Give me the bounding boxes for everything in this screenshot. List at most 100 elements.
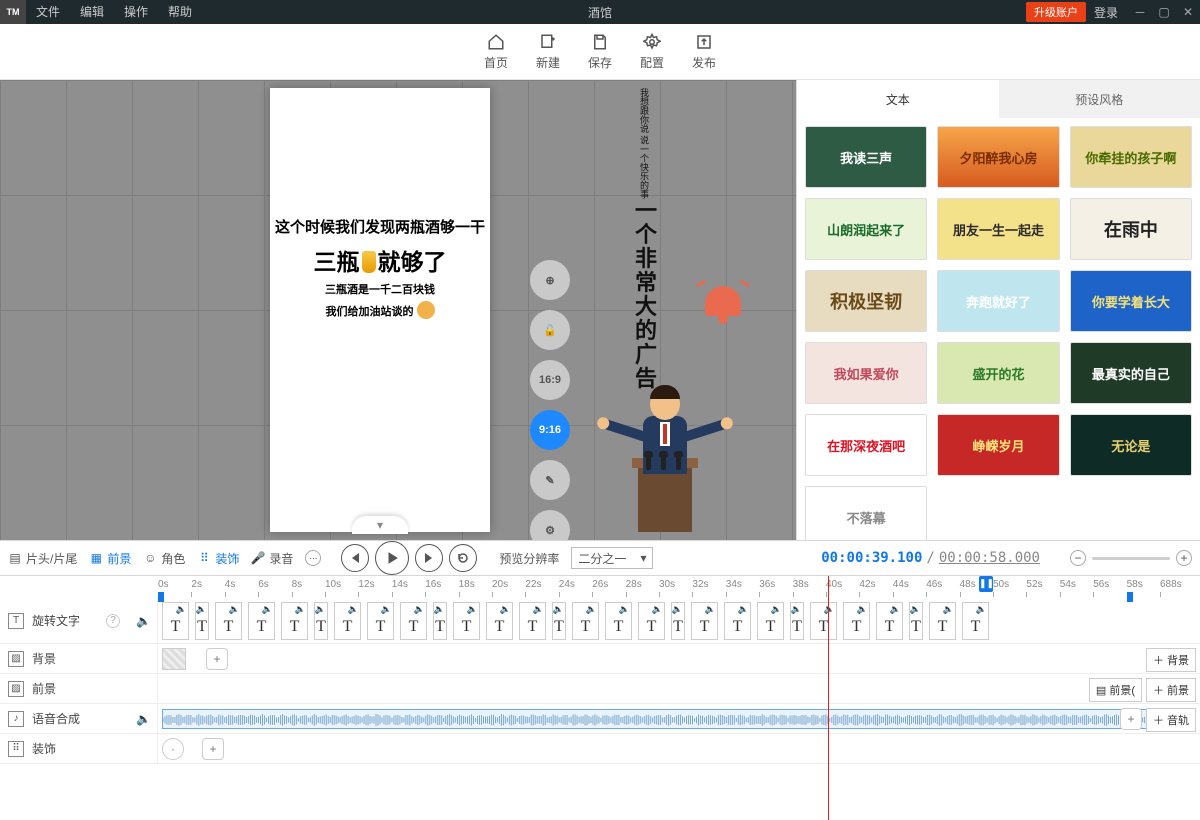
section-record[interactable]: 🎤录音 (251, 550, 293, 567)
track-text-label[interactable]: T 旋转文字 ? 🔈 (0, 598, 158, 643)
canvas-btn-center[interactable]: ⊕ (530, 260, 570, 300)
text-clip[interactable]: T (400, 602, 427, 640)
style-thumb[interactable]: 朋友一生一起走 (937, 198, 1059, 260)
style-thumb[interactable]: 山朗润起来了 (805, 198, 927, 260)
section-foreground[interactable]: ▦前景 (89, 550, 131, 567)
text-clip[interactable]: T (724, 602, 751, 640)
toolbar-publish[interactable]: 发布 (692, 33, 716, 71)
canvas-btn-edit[interactable]: ✎ (530, 460, 570, 500)
bg-clip[interactable] (162, 648, 186, 670)
canvas-viewport[interactable]: 这个时候我们发现两瓶酒够一干 三瓶就够了 三瓶酒是一千二百块钱 我们给加油站谈的… (0, 80, 796, 540)
section-role[interactable]: ☺角色 (143, 550, 185, 567)
toolbar-home[interactable]: 首页 (484, 33, 508, 71)
text-clip[interactable]: T (605, 602, 632, 640)
resolution-select[interactable]: 二分之一▾ (571, 547, 653, 569)
text-clip[interactable]: T (162, 602, 189, 640)
add-bg-button[interactable]: + (206, 648, 228, 670)
close-icon[interactable]: ✕ (1176, 0, 1200, 24)
text-clip[interactable]: T (215, 602, 242, 640)
text-clip[interactable]: T (638, 602, 665, 640)
text-clip[interactable]: T (810, 602, 837, 640)
canvas-text-1[interactable]: 这个时候我们发现两瓶酒够一干 (270, 216, 490, 237)
style-thumb[interactable]: 最真实的自己 (1070, 342, 1192, 404)
text-clip[interactable]: T (876, 602, 903, 640)
style-thumb[interactable]: 奔跑就好了 (937, 270, 1059, 332)
toolbar-save[interactable]: 保存 (588, 33, 612, 71)
add-audio-button[interactable]: + (1120, 708, 1142, 730)
track-voice-label[interactable]: ♪语音合成🔈 (0, 704, 158, 733)
login-button[interactable]: 登录 (1094, 4, 1118, 21)
time-ruler[interactable]: 0s2s4s6s8s10s12s14s16s18s20s22s24s26s28s… (0, 576, 1200, 598)
text-clip[interactable]: T (552, 602, 566, 640)
style-thumb[interactable]: 夕阳醉我心房 (937, 126, 1059, 188)
more-button[interactable]: ⋯ (305, 550, 321, 566)
play-button[interactable] (375, 541, 409, 575)
prev-button[interactable] (341, 544, 369, 572)
style-thumb[interactable]: 无论是 (1070, 414, 1192, 476)
text-clips[interactable]: TTTTTTTTTTTTTTTTTTTTTTTTTTTT (162, 602, 989, 640)
character-speaker[interactable] (610, 362, 720, 532)
add-track-button[interactable]: ＋ 音轨 (1146, 708, 1196, 732)
style-thumb[interactable]: 盛开的花 (937, 342, 1059, 404)
canvas-btn-r916[interactable]: 9:16 (530, 410, 570, 450)
canvas-text-4[interactable]: 我们给加油站谈的 (270, 301, 490, 319)
text-clip[interactable]: T (453, 602, 480, 640)
speaker-icon[interactable]: 🔈 (136, 614, 151, 628)
canvas-btn-gear[interactable]: ⚙ (530, 510, 570, 540)
maximize-icon[interactable]: ▢ (1152, 0, 1176, 24)
tab-text[interactable]: 文本 (797, 80, 999, 118)
add-foreground-button[interactable]: ＋ 前景 (1146, 678, 1196, 702)
audio-clip[interactable] (162, 709, 1160, 729)
style-thumb[interactable]: 我如果爱你 (805, 342, 927, 404)
track-decor-label[interactable]: ⠿装饰 (0, 734, 158, 763)
text-clip[interactable]: T (248, 602, 275, 640)
toolbar-new[interactable]: 新建 (536, 33, 560, 71)
zoom-in-icon[interactable]: + (1176, 550, 1192, 566)
upgrade-button[interactable]: 升级账户 (1026, 2, 1086, 22)
text-clip[interactable]: T (367, 602, 394, 640)
playhead[interactable] (828, 576, 829, 820)
add-background-button[interactable]: ＋ 背景 (1146, 648, 1196, 672)
style-thumb[interactable]: 不落幕 (805, 486, 927, 540)
style-thumb[interactable]: 在那深夜酒吧 (805, 414, 927, 476)
canvas-handle[interactable]: ▾ (352, 516, 408, 534)
text-clip[interactable]: T (962, 602, 989, 640)
text-clip[interactable]: T (929, 602, 956, 640)
menu-edit[interactable]: 编辑 (70, 0, 114, 24)
phone-canvas[interactable]: 这个时候我们发现两瓶酒够一干 三瓶就够了 三瓶酒是一千二百块钱 我们给加油站谈的… (270, 88, 490, 532)
canvas-btn-lock[interactable]: 🔓 (530, 310, 570, 350)
text-clip[interactable]: T (314, 602, 328, 640)
fg-chip[interactable]: ▤ 前景( (1089, 678, 1142, 702)
menu-file[interactable]: 文件 (26, 0, 70, 24)
menu-help[interactable]: 帮助 (158, 0, 202, 24)
text-clip[interactable]: T (281, 602, 308, 640)
decor-slot[interactable]: · (162, 738, 184, 760)
add-decor-button[interactable]: + (202, 738, 224, 760)
style-thumb[interactable]: 峥嵘岁月 (937, 414, 1059, 476)
text-clip[interactable]: T (486, 602, 513, 640)
track-bg-label[interactable]: ▨背景 (0, 644, 158, 673)
text-clip[interactable]: T (790, 602, 804, 640)
text-clip[interactable]: T (195, 602, 209, 640)
text-clip[interactable]: T (334, 602, 361, 640)
canvas-btn-r169[interactable]: 16:9 (530, 360, 570, 400)
toolbar-config[interactable]: 配置 (640, 33, 664, 71)
canvas-text-3[interactable]: 三瓶酒是一千二百块钱 (270, 281, 490, 297)
zoom-out-icon[interactable]: − (1070, 550, 1086, 566)
menu-action[interactable]: 操作 (114, 0, 158, 24)
minimize-icon[interactable]: ─ (1128, 0, 1152, 24)
text-clip[interactable]: T (909, 602, 923, 640)
track-fg-label[interactable]: ▨前景 (0, 674, 158, 703)
tab-preset-style[interactable]: 预设风格 (999, 80, 1200, 118)
text-clip[interactable]: T (519, 602, 546, 640)
section-head-tail[interactable]: ▤片头/片尾 (8, 550, 77, 567)
playhead-handle[interactable]: ❚❚ (979, 576, 993, 592)
help-icon[interactable]: ? (106, 614, 120, 628)
text-clip[interactable]: T (757, 602, 784, 640)
section-decor[interactable]: ⠿装饰 (197, 550, 239, 567)
text-clip[interactable]: T (671, 602, 685, 640)
style-thumb[interactable]: 在雨中 (1070, 198, 1192, 260)
text-clip[interactable]: T (572, 602, 599, 640)
time-total[interactable]: 00:00:58.000 (939, 550, 1040, 566)
zoom-slider[interactable] (1092, 557, 1170, 560)
